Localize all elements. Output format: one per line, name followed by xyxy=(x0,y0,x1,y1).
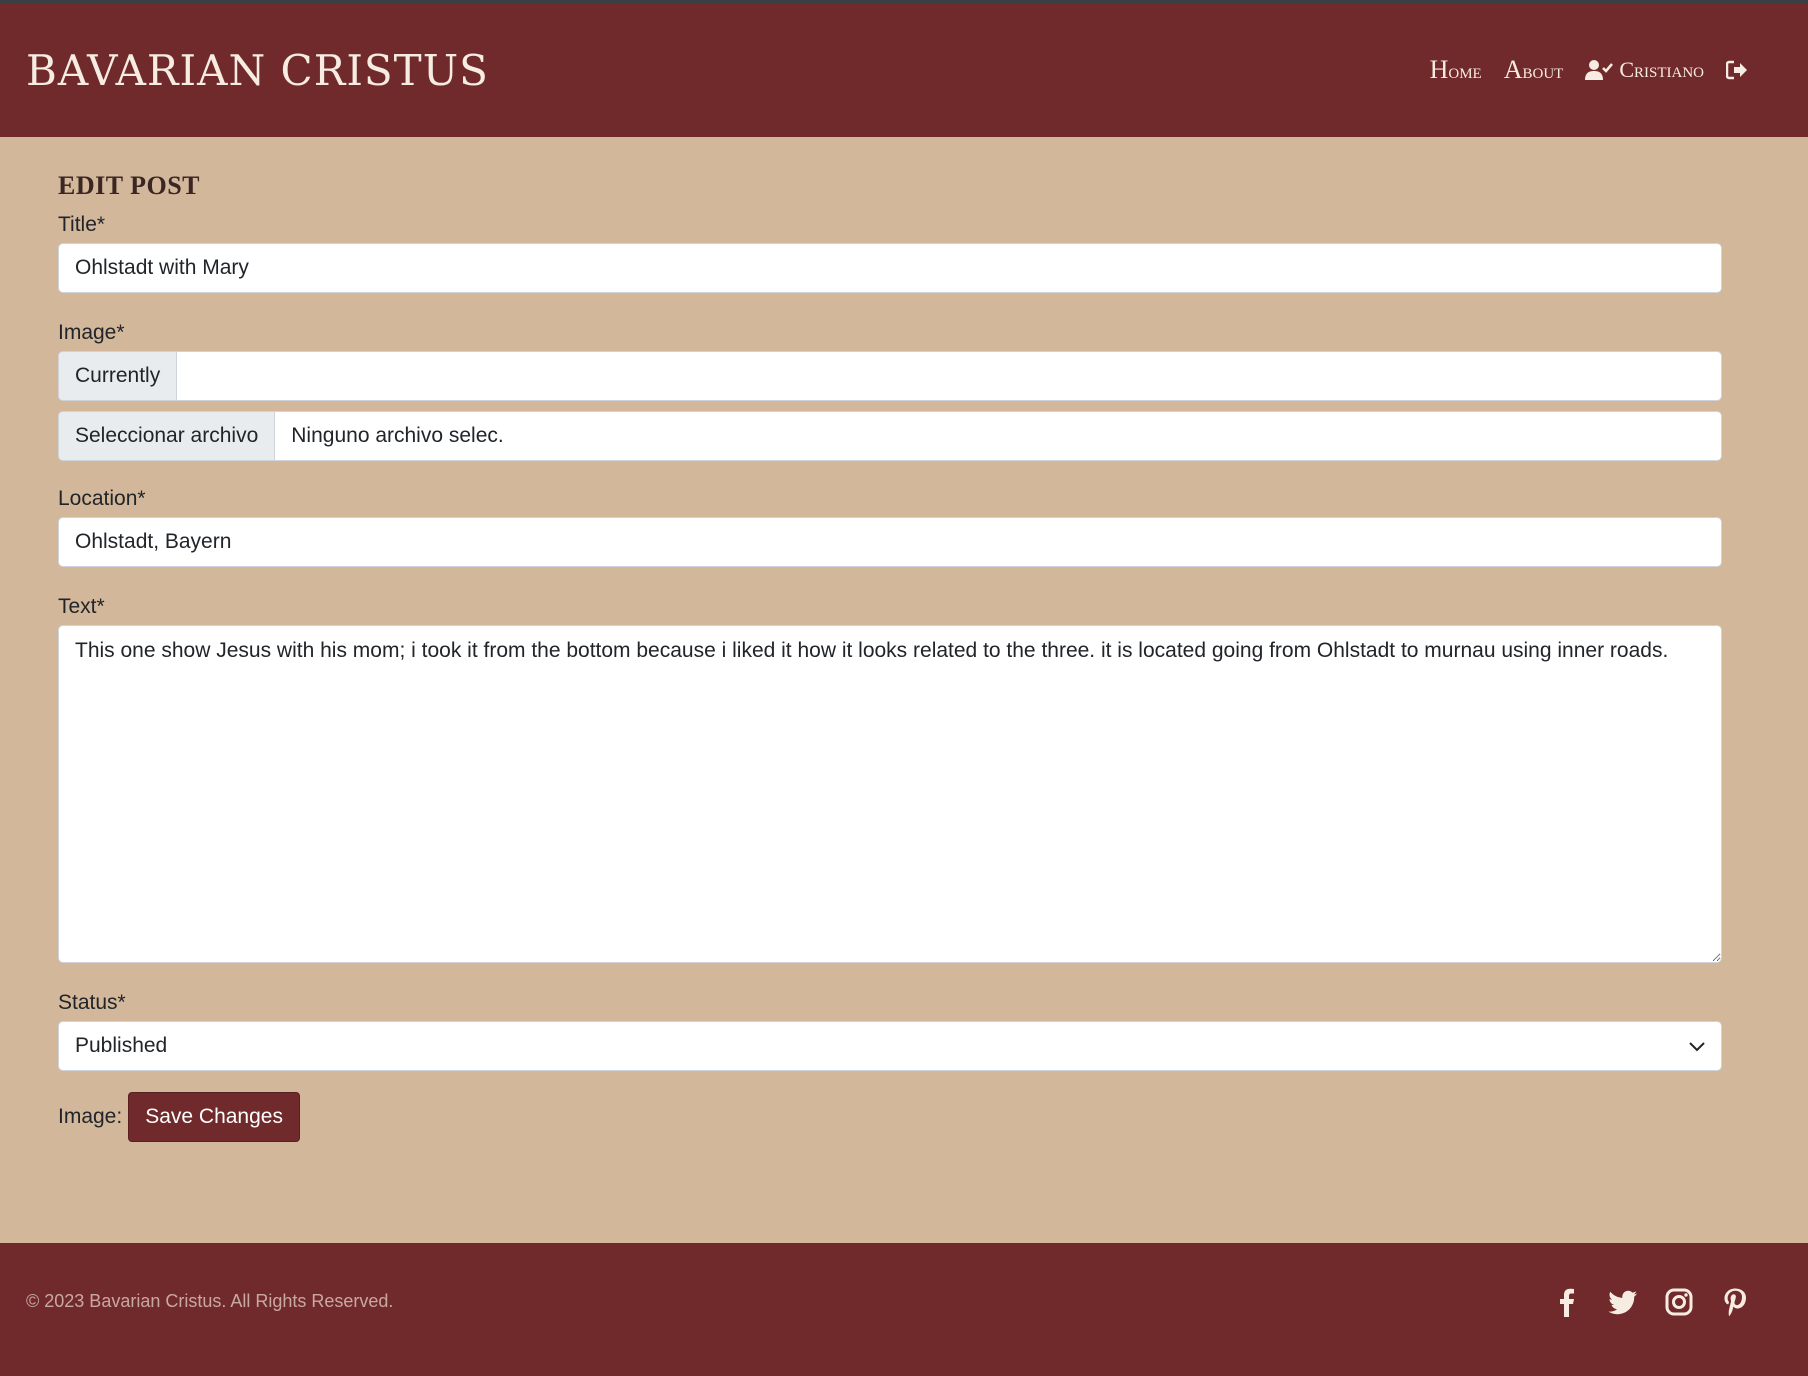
page-title: Edit Post xyxy=(58,171,201,200)
current-image-group: Currently xyxy=(58,351,1722,401)
nav-home-rest: ome xyxy=(1448,58,1482,83)
nav-links: Home About Cristiano xyxy=(1430,55,1748,85)
nav-home-link[interactable]: Home xyxy=(1430,55,1482,85)
location-label: Location* xyxy=(58,487,146,510)
text-label: Text* xyxy=(58,595,105,618)
nav-about-rest: bout xyxy=(1522,58,1564,83)
nav-about-link[interactable]: About xyxy=(1504,55,1564,85)
text-textarea[interactable]: This one show Jesus with his mom; i took… xyxy=(58,625,1722,963)
image-label: Image* xyxy=(58,321,125,344)
logout-link[interactable] xyxy=(1726,60,1748,80)
facebook-icon[interactable] xyxy=(1552,1287,1582,1317)
social-links xyxy=(1552,1287,1750,1317)
navbar: Bavarian Cristus Home About Cristiano xyxy=(0,3,1808,137)
user-check-icon xyxy=(1585,59,1614,81)
title-input-value: Ohlstadt with Mary xyxy=(75,256,249,279)
brand-logo-link[interactable]: Bavarian Cristus xyxy=(26,46,489,95)
nav-home-initial: H xyxy=(1429,55,1449,84)
copyright-text: © 2023 Bavarian Cristus. All Rights Rese… xyxy=(26,1291,394,1311)
choose-file-button[interactable]: Seleccionar archivo xyxy=(59,412,276,460)
instagram-icon[interactable] xyxy=(1664,1287,1694,1317)
image-caption: Image: xyxy=(58,1105,123,1128)
status-label: Status* xyxy=(58,991,126,1014)
pinterest-icon[interactable] xyxy=(1720,1287,1750,1317)
current-image-link[interactable] xyxy=(177,352,209,400)
logout-icon xyxy=(1726,60,1748,80)
title-input[interactable]: Ohlstadt with Mary xyxy=(58,243,1722,293)
nav-user-name: Cristiano xyxy=(1619,57,1704,82)
title-label: Title* xyxy=(58,213,106,236)
location-input-value: Ohlstadt, Bayern xyxy=(75,530,232,553)
footer: © 2023 Bavarian Cristus. All Rights Rese… xyxy=(0,1243,1808,1376)
status-select[interactable]: Published xyxy=(58,1021,1722,1071)
file-status-text: Ninguno archivo selec. xyxy=(291,424,504,447)
save-changes-button[interactable]: Save Changes xyxy=(128,1092,300,1142)
image-file-input[interactable]: Seleccionar archivo Ninguno archivo sele… xyxy=(58,411,1722,461)
edit-post-main: Edit Post Title* Ohlstadt with Mary Imag… xyxy=(58,137,1722,1142)
twitter-icon[interactable] xyxy=(1608,1287,1638,1317)
location-input[interactable]: Ohlstadt, Bayern xyxy=(58,517,1722,567)
nav-user-link[interactable]: Cristiano xyxy=(1585,57,1704,83)
form-actions: Image: Save Changes xyxy=(58,1092,1722,1142)
edit-post-form: Title* Ohlstadt with Mary Image* Current… xyxy=(58,209,1722,1142)
nav-about-initial: A xyxy=(1503,55,1523,84)
status-selected-value: Published xyxy=(75,1034,168,1057)
currently-label: Currently xyxy=(59,352,178,400)
chevron-down-icon xyxy=(1689,1034,1705,1058)
